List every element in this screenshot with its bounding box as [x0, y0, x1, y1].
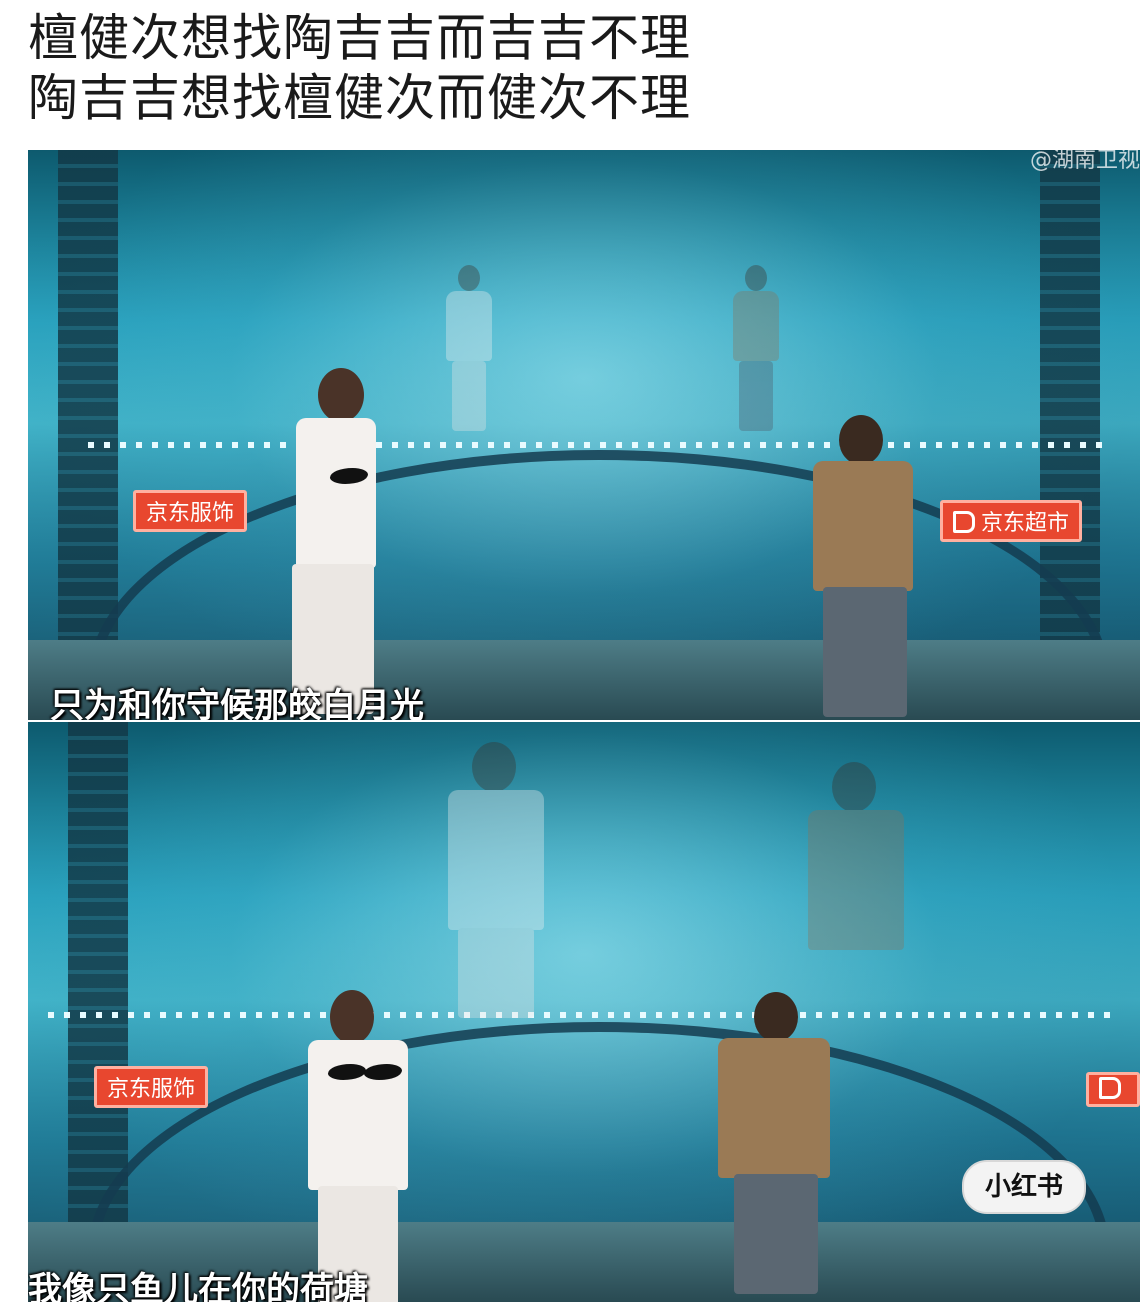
caption-line-1: 檀健次想找陶吉吉而吉吉不理	[28, 9, 691, 67]
xiaohongshu-logo: 小红书	[962, 1160, 1086, 1214]
concert-still-1: @湖南卫视 京东服饰 京东超市 只为和你守候那皎白月光	[28, 150, 1140, 720]
caption-line-2: 陶吉吉想找檀健次而健次不理	[28, 69, 691, 127]
sponsor-sign: 京东服饰	[94, 1066, 209, 1108]
sponsor-sign: 京东超市	[940, 500, 1083, 542]
lyric-subtitle: 只为和你守候那皎白月光	[50, 686, 424, 720]
stage-pillar-left	[68, 722, 128, 1242]
stage-light-strip	[88, 442, 1110, 448]
sponsor-sign-label: 京东超市	[981, 511, 1070, 536]
stage-pillar-left	[58, 150, 118, 660]
concert-still-2: 京东服饰 我像只鱼儿在你的荷塘	[28, 722, 1140, 1302]
lyric-subtitle: 我像只鱼儿在你的荷塘	[28, 1270, 368, 1302]
broadcaster-watermark: @湖南卫视	[1029, 150, 1140, 173]
sponsor-sign	[1086, 1072, 1140, 1107]
stage-light-strip	[48, 1012, 1120, 1018]
sponsor-logo-icon	[1099, 1077, 1121, 1099]
sponsor-logo-icon	[953, 511, 975, 533]
post-caption: 檀健次想找陶吉吉而吉吉不理 陶吉吉想找檀健次而健次不理	[28, 8, 691, 128]
sponsor-sign: 京东服饰	[133, 490, 248, 532]
